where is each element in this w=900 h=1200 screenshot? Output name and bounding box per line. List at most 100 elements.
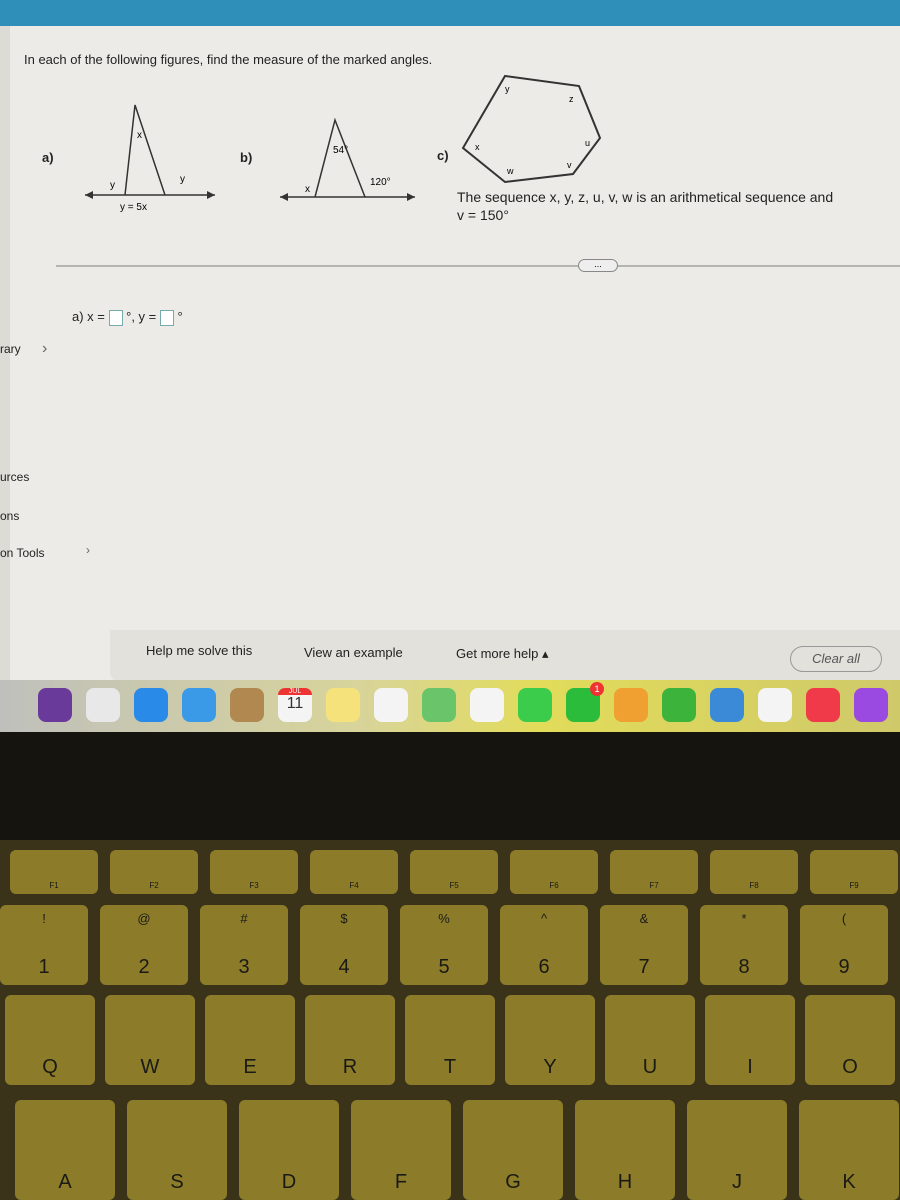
sidebar-item-tools[interactable]: on Tools xyxy=(0,546,44,560)
key-7[interactable]: & 7 xyxy=(600,905,688,985)
dock-app-safari[interactable] xyxy=(134,688,168,722)
dock-app-launchpad[interactable] xyxy=(86,688,120,722)
sequence-text: The sequence x, y, z, u, v, w is an arit… xyxy=(457,189,834,205)
key-label: 2 xyxy=(138,956,150,978)
key-f[interactable]: F xyxy=(351,1100,451,1200)
dock-app-keynote[interactable] xyxy=(710,688,744,722)
key-label: F6 xyxy=(549,881,559,890)
dock-app-reminders[interactable] xyxy=(374,688,408,722)
sidebar-item-library[interactable]: rary xyxy=(0,342,21,356)
key-i[interactable]: I xyxy=(705,995,795,1085)
key-label: I xyxy=(747,1056,753,1078)
key-symbol: ^ xyxy=(540,911,548,926)
key-label: 8 xyxy=(738,956,750,978)
key-f7[interactable]: F7 xyxy=(610,850,698,894)
key-label: F xyxy=(394,1171,408,1193)
key-k[interactable]: K xyxy=(799,1100,899,1200)
key-h[interactable]: H xyxy=(575,1100,675,1200)
key-8[interactable]: * 8 xyxy=(700,905,788,985)
key-f2[interactable]: F2 xyxy=(110,850,198,894)
key-a[interactable]: A xyxy=(15,1100,115,1200)
key-symbol: ! xyxy=(42,911,46,926)
key-label: 5 xyxy=(438,956,450,978)
key-f4[interactable]: F4 xyxy=(310,850,398,894)
dock-app-calendar[interactable]: JUL 11 xyxy=(278,688,312,722)
key-f9[interactable]: F9 xyxy=(810,850,898,894)
answer-x-input[interactable] xyxy=(108,309,123,326)
key-label: Q xyxy=(42,1056,58,1078)
key-t[interactable]: T xyxy=(405,995,495,1085)
key-label: E xyxy=(243,1056,257,1078)
divider xyxy=(56,265,900,267)
key-6[interactable]: ^ 6 xyxy=(500,905,588,985)
key-label: O xyxy=(842,1056,858,1078)
key-symbol: ( xyxy=(841,911,847,926)
key-s[interactable]: S xyxy=(127,1100,227,1200)
key-r[interactable]: R xyxy=(305,995,395,1085)
dock-app-notes[interactable] xyxy=(326,688,360,722)
dock-app-facetime[interactable]: 1 xyxy=(566,682,604,722)
key-label: R xyxy=(342,1056,358,1078)
help-me-solve-button[interactable]: Help me solve this xyxy=(146,643,252,658)
answer-y-input[interactable] xyxy=(159,309,174,326)
mark-y: y xyxy=(180,174,185,185)
view-example-button[interactable]: View an example xyxy=(304,645,403,660)
sidebar-item-options[interactable]: ons xyxy=(0,509,19,523)
clear-all-button[interactable]: Clear all xyxy=(790,646,882,672)
key-g[interactable]: G xyxy=(463,1100,563,1200)
key-2[interactable]: @2 xyxy=(100,905,188,985)
mark-x: x xyxy=(137,130,142,141)
figure-c-label: c) xyxy=(437,148,449,163)
key-symbol: # xyxy=(240,911,248,926)
key-1[interactable]: ! 1 xyxy=(0,905,88,985)
dock-app-maps[interactable] xyxy=(422,688,456,722)
key-f8[interactable]: F8 xyxy=(710,850,798,894)
key-y[interactable]: Y xyxy=(505,995,595,1085)
laptop-bezel xyxy=(0,732,900,842)
dock-app-photos[interactable] xyxy=(470,688,504,722)
key-f6[interactable]: F6 xyxy=(510,850,598,894)
key-label: Y xyxy=(543,1056,557,1078)
key-o[interactable]: O xyxy=(805,995,895,1085)
key-label: W xyxy=(140,1056,160,1078)
key-5[interactable]: % 5 xyxy=(400,905,488,985)
key-f5[interactable]: F5 xyxy=(410,850,498,894)
dock-app-numbers[interactable] xyxy=(662,688,696,722)
dock-app-news[interactable] xyxy=(758,688,792,722)
key-q[interactable]: Q xyxy=(5,995,95,1085)
figure-a-triangle: x y y y = 5x xyxy=(85,104,215,213)
sidebar-item-resources[interactable]: urces xyxy=(0,470,29,484)
key-f1[interactable]: F1 xyxy=(10,850,98,894)
key-label: F9 xyxy=(849,881,859,890)
key-d[interactable]: D xyxy=(239,1100,339,1200)
key-label: H xyxy=(617,1171,633,1193)
question-instruction: In each of the following figures, find t… xyxy=(24,52,433,67)
key-f3[interactable]: F3 xyxy=(210,850,298,894)
mark-y-eq: y = 5x xyxy=(120,202,147,213)
dock-app-pages[interactable] xyxy=(614,688,648,722)
key-w[interactable]: W xyxy=(105,995,195,1085)
key-label: 9 xyxy=(838,956,850,978)
mark-54: 54° xyxy=(333,145,348,156)
key-label: D xyxy=(281,1171,297,1193)
key-4[interactable]: $4 xyxy=(300,905,388,985)
key-label: 1 xyxy=(38,956,50,978)
svg-text:w: w xyxy=(506,166,514,176)
dock-app-messages[interactable] xyxy=(518,688,552,722)
key-symbol: % xyxy=(438,911,450,926)
dock-app-mail[interactable] xyxy=(182,688,216,722)
dock-app-siri[interactable] xyxy=(38,688,72,722)
get-more-help-button[interactable]: Get more help ▴ xyxy=(456,646,549,662)
key-9[interactable]: (9 xyxy=(800,905,888,985)
dock-app-music[interactable] xyxy=(806,688,840,722)
key-j[interactable]: J xyxy=(687,1100,787,1200)
svg-text:v: v xyxy=(567,160,572,170)
more-button[interactable]: ... xyxy=(578,259,618,272)
key-3[interactable]: #3 xyxy=(200,905,288,985)
chevron-right-icon: › xyxy=(42,340,48,357)
svg-text:y: y xyxy=(505,84,510,94)
key-u[interactable]: U xyxy=(605,995,695,1085)
key-e[interactable]: E xyxy=(205,995,295,1085)
dock-app-podcasts[interactable] xyxy=(854,688,888,722)
dock-app-contacts[interactable] xyxy=(230,688,264,722)
